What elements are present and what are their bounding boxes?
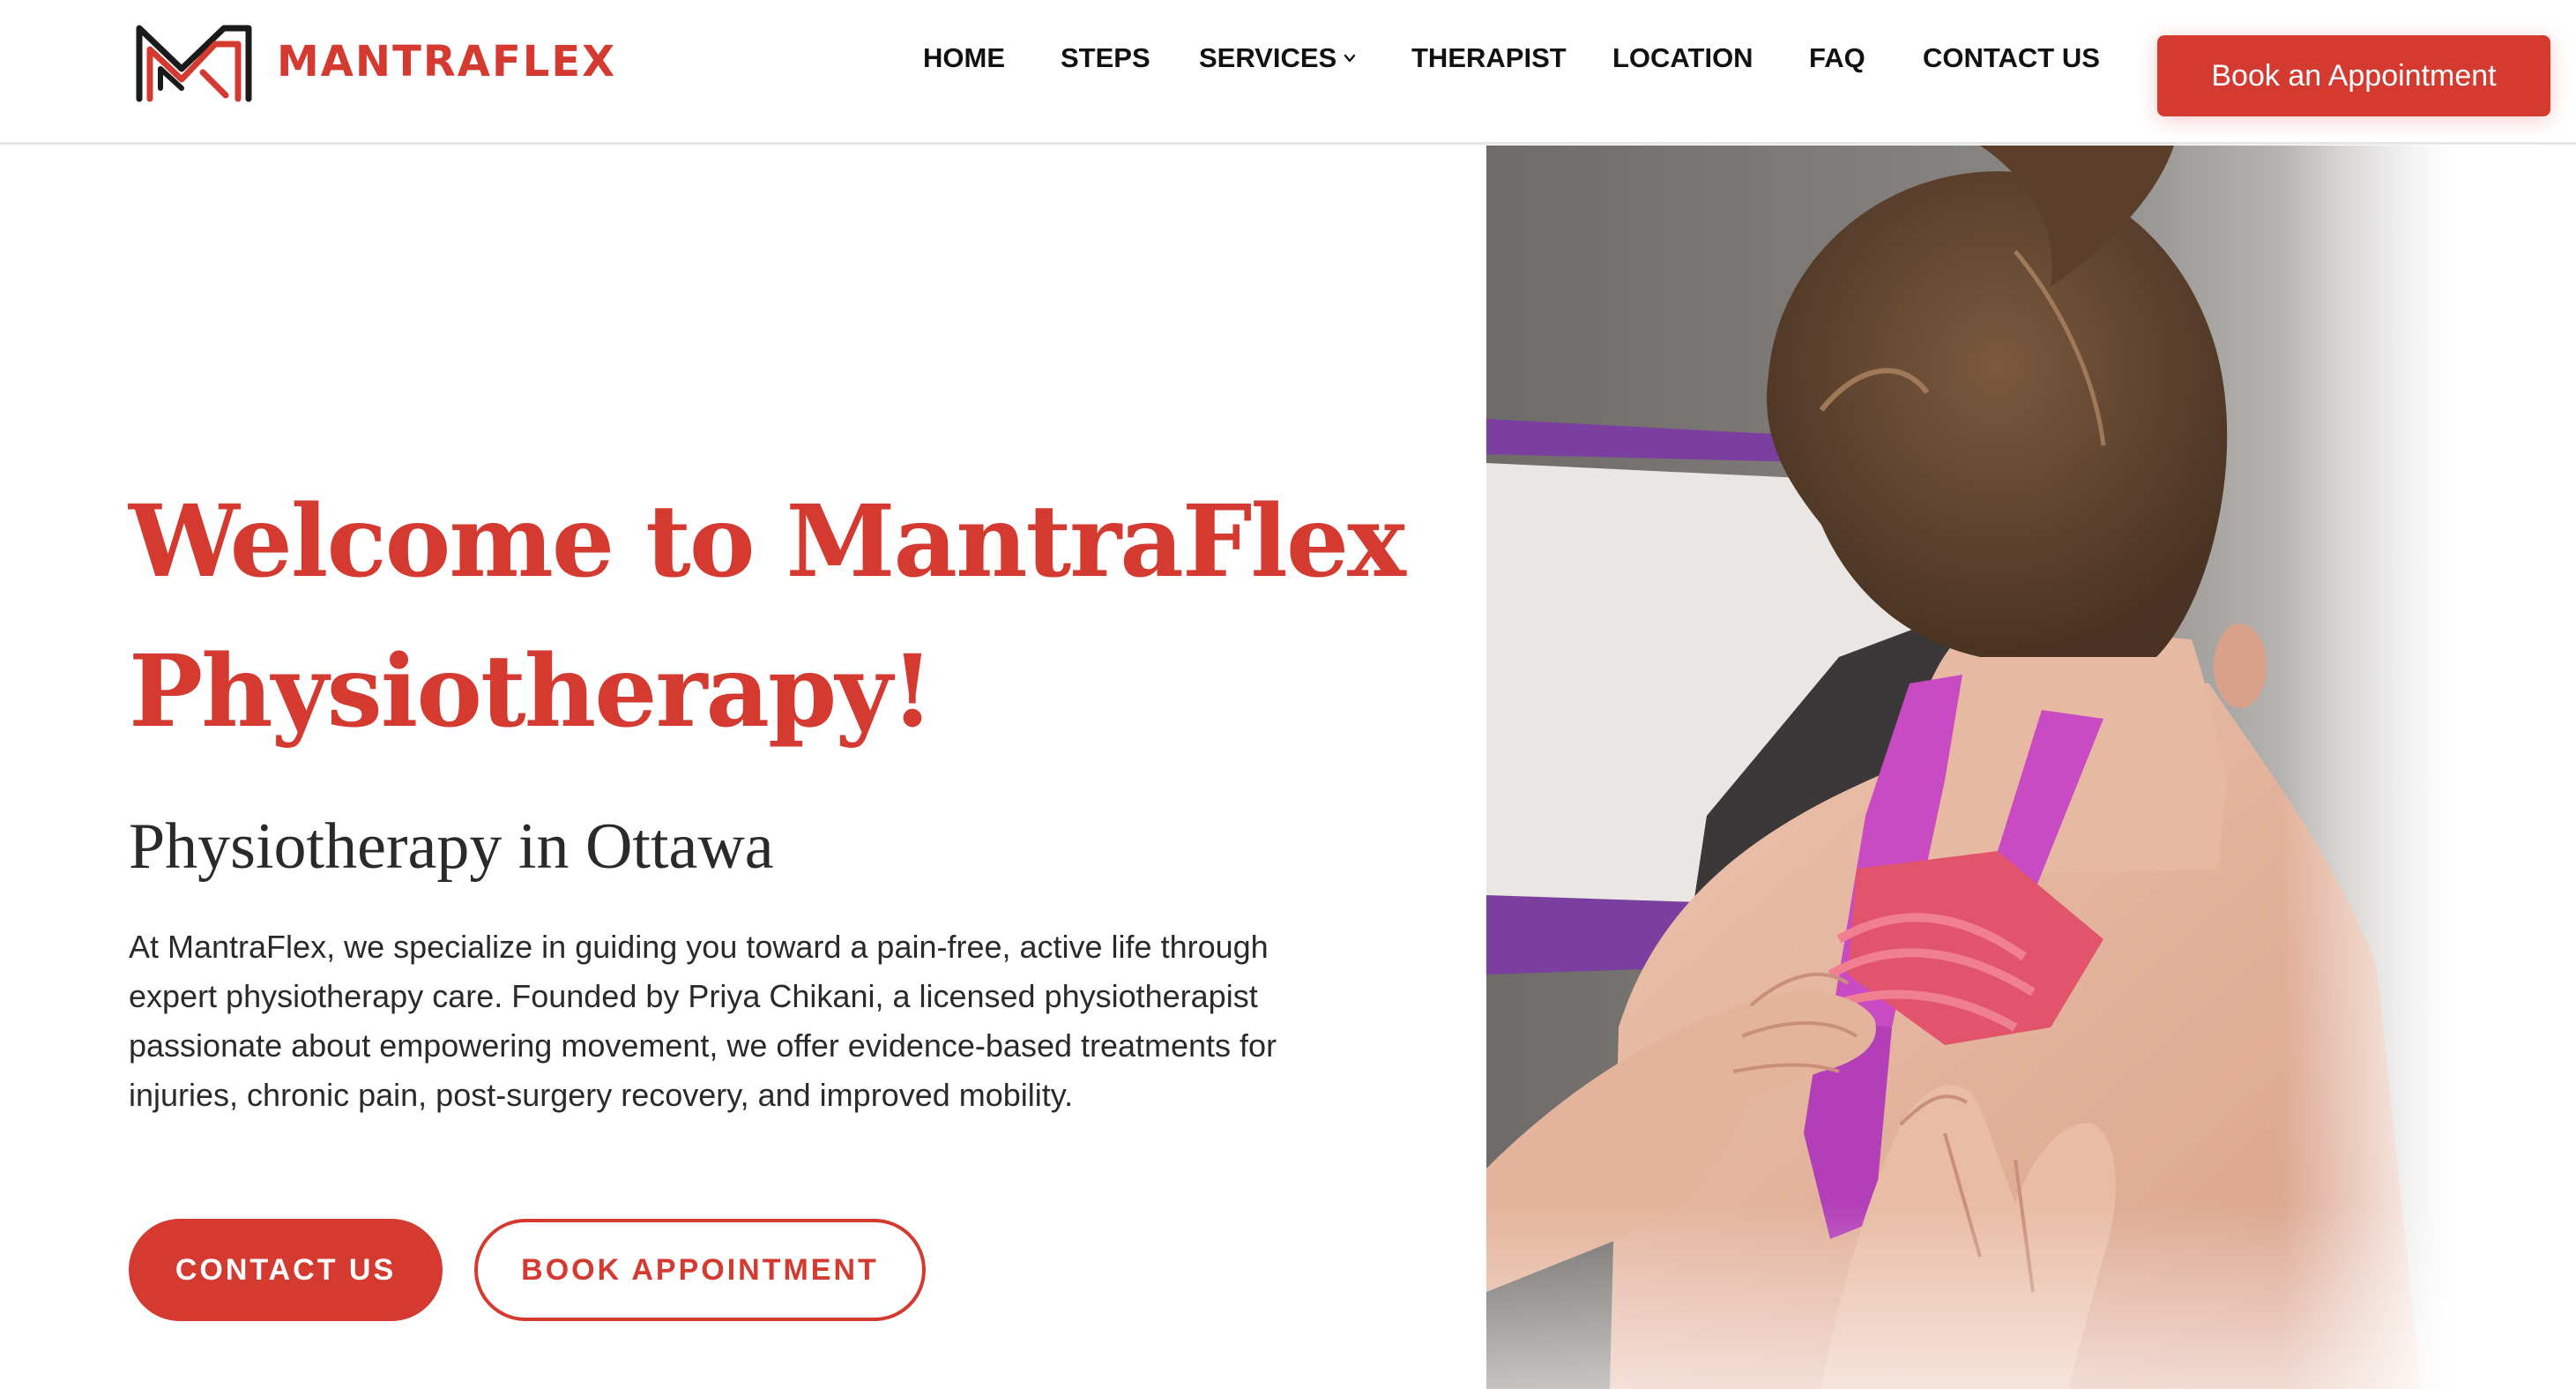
- nav-faq[interactable]: FAQ: [1809, 42, 1865, 74]
- physiotherapy-tape-illustration: [1486, 146, 2456, 1389]
- site-header: MANTRAFLEX HOME STEPS SERVICES THERAPIST…: [0, 0, 2576, 145]
- hero-description: At MantraFlex, we specialize in guiding …: [129, 929, 1277, 1113]
- nav-steps[interactable]: STEPS: [1061, 42, 1150, 74]
- hero-title-line2: Physiotherapy!: [129, 634, 934, 750]
- hero-title: Welcome to MantraFlex Physiotherapy!: [129, 467, 1451, 767]
- brand-logo[interactable]: MANTRAFLEX: [130, 18, 616, 106]
- brand-name: MANTRAFLEX: [277, 37, 617, 86]
- hero-photo: [1486, 146, 2456, 1389]
- book-appointment-header-button[interactable]: Book an Appointment: [2157, 35, 2550, 116]
- contact-us-button[interactable]: CONTACT US: [129, 1219, 443, 1321]
- nav-therapist[interactable]: THERAPIST: [1411, 42, 1567, 74]
- nav-location[interactable]: LOCATION: [1612, 42, 1753, 74]
- nav-services[interactable]: SERVICES: [1199, 42, 1356, 74]
- nav-services-label: SERVICES: [1199, 42, 1337, 73]
- hero-subtitle: Physiotherapy in Ottawa: [129, 810, 774, 883]
- mantraflex-m-logo-icon: [136, 25, 252, 102]
- nav-home[interactable]: HOME: [923, 42, 1005, 74]
- nav-contact-us[interactable]: CONTACT US: [1923, 42, 2100, 74]
- hero-title-line1: Welcome to MantraFlex: [129, 484, 1406, 600]
- book-appointment-button[interactable]: BOOK APPOINTMENT: [474, 1219, 926, 1321]
- chevron-down-icon: [1344, 54, 1356, 63]
